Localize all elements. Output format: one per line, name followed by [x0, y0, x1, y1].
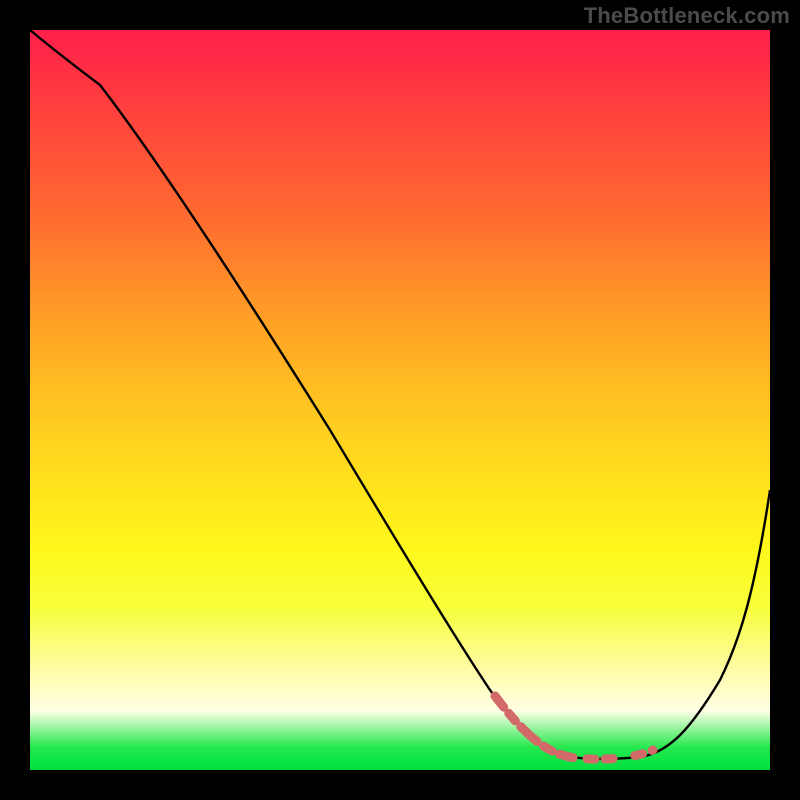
watermark-text: TheBottleneck.com	[584, 3, 790, 29]
plot-area	[30, 30, 770, 770]
bottleneck-curve	[30, 30, 770, 759]
curve-svg	[30, 30, 770, 770]
chart-frame: TheBottleneck.com	[0, 0, 800, 800]
flat-segment-highlight	[495, 696, 653, 759]
